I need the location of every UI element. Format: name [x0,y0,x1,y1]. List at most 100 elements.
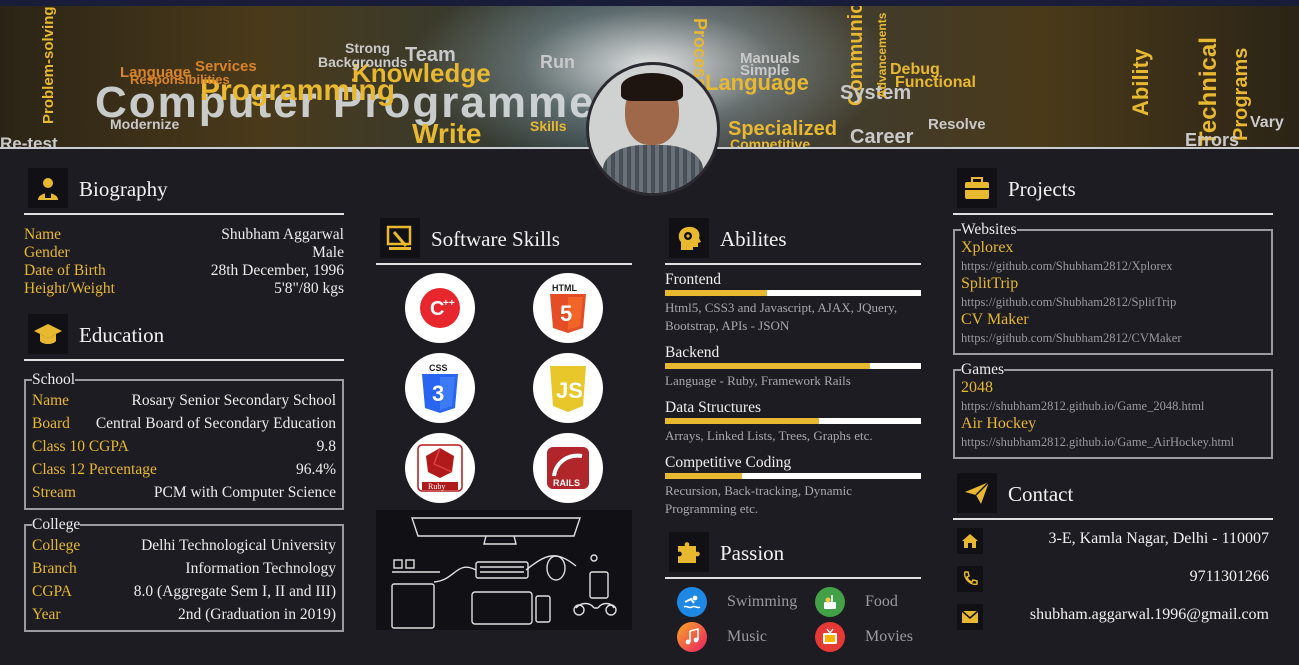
section-title: Contact [1008,482,1074,506]
bio-value: Male [312,244,344,261]
ability-description: Recursion, Back-tracking, Dynamic Progra… [665,483,852,516]
bio-key: Date of Birth [24,262,106,279]
svg-text:Ruby: Ruby [428,482,445,491]
section-rule [953,518,1273,520]
contact-email[interactable]: shubham.aggarwal.1996@gmail.com [1030,606,1269,624]
bio-value: Shubham Aggarwal [221,226,344,243]
rails-logo-icon: RAILS [533,433,603,503]
right-column: Projects Websites Xplorex https://github… [953,168,1273,636]
banner-word: Run [540,52,575,72]
ability-progress [665,418,921,424]
abilities-header: Abilites [665,218,921,260]
education-header: Education [24,314,344,356]
ability-item: Frontend Html5, CSS3 and Javascript, AJA… [665,271,921,335]
banner-word: Write [412,118,482,147]
project-url: https://github.com/Shubham2812/Xplorex [961,259,1173,273]
ability-item: Competitive Coding Recursion, Back-track… [665,454,921,518]
banner-word: Errors [1185,130,1240,147]
section-title: Biography [79,177,168,201]
banner-word: Backgrounds [318,54,408,70]
banner-word: Language [705,70,809,95]
banner-word: Advancements [875,12,889,98]
school-row: Stream PCM with Computer Science [32,481,336,504]
college-key: Year [32,606,61,623]
skills-grid: C ++ HTML 5 CSS 3 JS Ruby RAILS [376,265,632,510]
school-row: Class 12 Percentage 96.4% [32,458,336,481]
software-skills-header: Software Skills [376,218,632,260]
svg-text:HTML: HTML [552,283,577,293]
ability-label: Frontend [665,271,721,288]
section-title: Software Skills [431,227,560,251]
ability-description: Language - Ruby, Framework Rails [665,373,851,388]
banner-word: Resolve [928,116,986,133]
ability-progress [665,473,921,479]
contact-phone-row: 9711301266 [953,564,1273,600]
college-row: College Delhi Technological University [32,534,336,557]
section-title: Projects [1008,177,1076,201]
contact-address: 3-E, Kamla Nagar, Delhi - 110007 [1048,530,1269,547]
passion-item: Music [677,622,767,652]
bio-row: Date of Birth 28th December, 1996 [24,262,344,280]
section-rule [665,263,921,265]
passion-label: Food [865,593,898,610]
games-box: Games 2048 https://shubham2812.github.io… [953,361,1273,459]
projects-header: Projects [953,168,1273,210]
svg-text:3: 3 [432,381,444,406]
passion-label: Movies [865,628,913,645]
project-link-splittrip[interactable]: SplitTrip [961,275,1265,293]
swimming-icon [677,587,707,617]
bio-key: Gender [24,244,70,261]
college-key: College [32,537,81,554]
passion-item: Food [815,587,898,617]
project-url: https://github.com/Shubham2812/SplitTrip [961,295,1177,309]
school-key: Name [32,392,70,409]
banner-word: Competitive [730,136,811,147]
college-box: College College Delhi Technological Unive… [24,516,344,632]
project-link-air-hockey[interactable]: Air Hockey [961,415,1265,433]
banner-word: Team [405,44,456,66]
cpp-logo-icon: C ++ [405,273,475,343]
workspace-devices-illustration [376,510,632,630]
movies-icon [815,622,845,652]
section-rule [953,213,1273,215]
design-tools-icon [380,218,420,258]
banner-word: Functional [895,74,976,91]
school-key: Board [32,415,70,432]
school-value: Rosary Senior Secondary School [131,392,336,409]
banner-word: Career [850,126,914,147]
bio-row: Name Shubham Aggarwal [24,226,344,244]
banner-word: Skills [530,118,567,134]
food-icon [815,587,845,617]
section-title: Passion [720,541,785,565]
project-link-xplorex[interactable]: Xplorex [961,239,1265,257]
contact-phone[interactable]: 9711301266 [1190,568,1269,586]
person-icon [28,168,68,208]
contact-address-row: 3-E, Kamla Nagar, Delhi - 110007 [953,528,1273,564]
college-value: Information Technology [185,560,336,577]
project-link-2048[interactable]: 2048 [961,379,1265,397]
ability-label: Data Structures [665,399,761,416]
passion-label: Music [727,628,767,645]
school-value: Central Board of Secondary Education [95,415,336,432]
ability-item: Backend Language - Ruby, Framework Rails [665,344,921,390]
college-legend: College [32,516,81,533]
college-row: CGPA 8.0 (Aggregate Sem I, II and III) [32,580,336,603]
passion-label: Swimming [727,593,798,610]
school-row: Board Central Board of Secondary Educatio… [32,412,336,435]
banner-word: Responsibilities [130,72,230,87]
ability-description: Arrays, Linked Lists, Trees, Graphs etc. [665,428,873,443]
games-legend: Games [961,361,1005,378]
websites-legend: Websites [961,221,1017,238]
home-icon [957,528,983,554]
svg-text:CSS: CSS [429,363,448,373]
ability-progress-fill [665,290,768,296]
javascript-logo-icon: JS [533,353,603,423]
abilities-list: Frontend Html5, CSS3 and Javascript, AJA… [665,271,921,518]
abilities-column: Abilites Frontend Html5, CSS3 and Javasc… [665,218,921,665]
ability-label: Backend [665,344,720,361]
banner-word: Modernize [110,116,180,132]
school-row: Name Rosary Senior Secondary School [32,389,336,412]
project-link-cv-maker[interactable]: CV Maker [961,311,1265,329]
profile-photo [586,62,720,196]
college-key: Branch [32,560,77,577]
